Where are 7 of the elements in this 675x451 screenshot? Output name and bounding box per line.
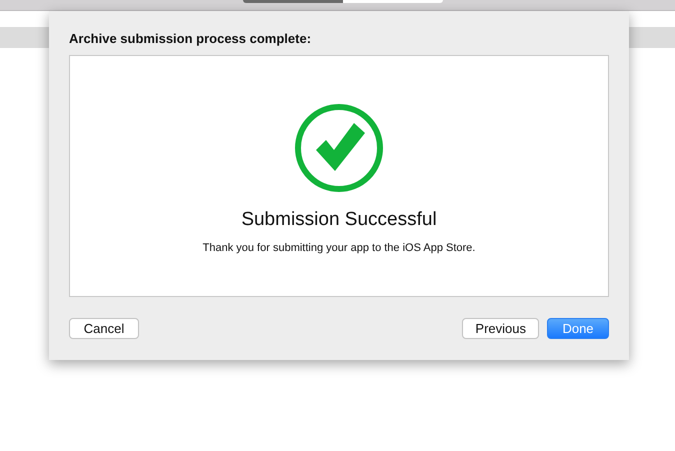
- sheet-button[interactable]: Previous: [462, 318, 539, 339]
- checkmark-circle-icon: [294, 103, 384, 193]
- success-heading: Submission Successful: [241, 209, 437, 231]
- sheet-button[interactable]: Cancel: [69, 318, 139, 339]
- segmented-control[interactable]: [242, 0, 442, 3]
- sheet-title: Archive submission process complete:: [69, 31, 312, 46]
- success-message: Thank you for submitting your app to the iOS App Store.: [202, 242, 476, 254]
